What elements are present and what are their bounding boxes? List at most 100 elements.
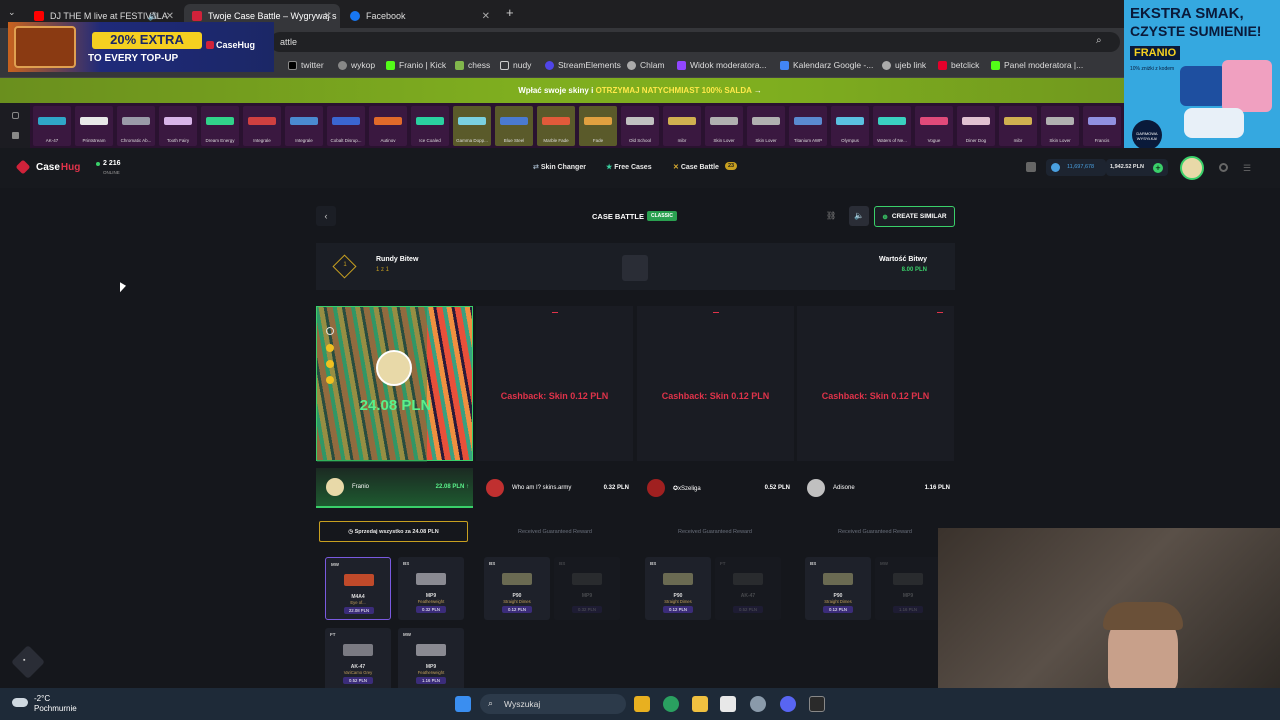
app-icon[interactable] — [692, 696, 708, 712]
live-drop-item[interactable]: Skin Lover — [747, 106, 785, 146]
chat-button[interactable] — [11, 645, 45, 679]
live-drop-item[interactable]: Old School — [621, 106, 659, 146]
player-row[interactable]: Who am I? skins.army 0.32 PLN — [476, 468, 633, 508]
item-condition: FT — [330, 632, 336, 637]
live-drop-name: Ice Coaled — [419, 138, 441, 143]
won-item-card[interactable]: BS P90 Straight Dimes 0.12 PLN — [484, 557, 550, 620]
live-drop-item[interactable]: mibr — [663, 106, 701, 146]
live-drop-item[interactable]: Titanium AWP — [789, 106, 827, 146]
nav-skin-changer[interactable]: ⇄ Skin Changer — [533, 163, 586, 171]
nav-case-battle[interactable]: ✕ Case Battle — [673, 163, 719, 171]
trophy-icon[interactable] — [12, 112, 19, 119]
bookmark-kick[interactable]: Franio | Kick — [386, 60, 446, 70]
won-item-card[interactable]: FT AK-47 0.52 PLN — [715, 557, 781, 620]
audio-icon[interactable]: 🔊 — [148, 12, 158, 21]
terminal-icon[interactable] — [809, 696, 825, 712]
bookmark-chlam[interactable]: Chlam — [627, 60, 665, 70]
close-tab-icon[interactable]: ✕ — [166, 11, 174, 22]
won-item-card[interactable]: MW MP9 1.16 PLN — [875, 557, 941, 620]
app-icon[interactable] — [720, 696, 736, 712]
gear-icon[interactable] — [1219, 163, 1228, 172]
live-drop-item[interactable]: Marble Fade — [537, 106, 575, 146]
box-icon[interactable] — [12, 132, 19, 139]
won-item-card[interactable]: MW M4A4 Eye of... 22.08 PLN — [325, 557, 391, 620]
tab-list-chevron-icon[interactable]: ⌄ — [8, 7, 16, 18]
sound-toggle-icon[interactable]: 🔈 — [849, 206, 869, 226]
won-item-card[interactable]: FT AK-47 VariCamo Grey 0.52 PLN — [325, 628, 391, 691]
weather-desc[interactable]: Pochmurnie — [34, 704, 77, 713]
gift-icon[interactable] — [1026, 162, 1036, 172]
won-item-card[interactable]: BS MP9 Featherweight 0.32 PLN — [398, 557, 464, 620]
deposit-plus-button[interactable]: + — [1153, 163, 1163, 173]
live-drop-item[interactable]: Blue Steel — [495, 106, 533, 146]
live-drop-item[interactable]: Integrale — [243, 106, 281, 146]
live-drop-item[interactable]: Fade — [579, 106, 617, 146]
live-drop-item[interactable]: Dream Energy — [201, 106, 239, 146]
live-drop-item[interactable]: Cobalt Disrup... — [327, 106, 365, 146]
link-icon[interactable]: ⛓ — [826, 211, 836, 220]
taskbar-search[interactable]: ⌕ Wyszukaj — [480, 694, 626, 714]
live-drop-item[interactable]: mibr — [999, 106, 1037, 146]
live-drop-item[interactable]: Francis — [1083, 106, 1121, 146]
bookmark-nudy[interactable]: nudy — [500, 60, 531, 70]
tab-facebook[interactable]: Facebook ✕ — [342, 4, 498, 28]
menu-icon[interactable]: ☰ — [1243, 163, 1251, 174]
live-drop-name: Vogue — [927, 138, 941, 143]
live-drop-item[interactable]: Skin Lover — [705, 106, 743, 146]
bookmark-streamelements[interactable]: StreamElements — [545, 60, 621, 70]
emoji-icon[interactable] — [326, 376, 334, 384]
item-name: MP9 — [902, 593, 914, 599]
sell-all-button[interactable]: ◷ Sprzedaj wszystko za 24.08 PLN — [319, 521, 468, 542]
emoji-picker-icon[interactable] — [326, 327, 334, 335]
zoom-icon[interactable]: ⌕ — [1096, 35, 1102, 46]
casehug-logo[interactable]: Case Hug — [15, 159, 80, 175]
player-row[interactable]: Adisone 1.16 PLN — [797, 468, 954, 508]
weapon-icon — [1046, 117, 1074, 125]
bookmark-chess[interactable]: chess — [455, 60, 490, 70]
player-row-winner[interactable]: Franio 22.08 PLN ↑ — [316, 468, 473, 508]
bookmark-betclick[interactable]: betclick — [938, 60, 979, 70]
live-drop-item[interactable]: Ice Coaled — [411, 106, 449, 146]
live-drop-item[interactable]: Diner Dog — [957, 106, 995, 146]
live-drop-item[interactable]: Skin Lover — [1041, 106, 1079, 146]
deposit-promo-bar[interactable]: Wpłać swoje skiny i OTRZYMAJ NATYCHMIAST… — [0, 78, 1280, 103]
live-drop-item[interactable]: AK-47 — [33, 106, 71, 146]
live-drop-item[interactable]: Vogue — [915, 106, 953, 146]
live-drop-item[interactable]: Tooth Fairy — [159, 106, 197, 146]
url-input[interactable]: attle — [270, 32, 1120, 52]
nav-free-cases[interactable]: ★ Free Cases — [606, 163, 652, 171]
live-drop-item[interactable]: Chromatic Ab... — [117, 106, 155, 146]
bookmark-ujeb-link[interactable]: ujeb link — [882, 60, 926, 70]
discord-icon[interactable] — [780, 696, 796, 712]
won-item-card[interactable]: BS P90 Straight Dimes 0.12 PLN — [805, 557, 871, 620]
bookmark-panel-moderatora[interactable]: Panel moderatora |... — [991, 60, 1083, 70]
live-drop-name: Integrale — [253, 138, 271, 143]
bookmark-wykop[interactable]: wykop — [338, 60, 375, 70]
chrome-icon[interactable] — [663, 696, 679, 712]
weather-temp[interactable]: -2°C — [34, 694, 50, 703]
won-item-card[interactable]: BS MP9 0.32 PLN — [554, 557, 620, 620]
emoji-icon[interactable] — [326, 360, 334, 368]
create-similar-button[interactable]: ⊕ CREATE SIMILAR — [874, 206, 955, 227]
live-drop-item[interactable]: Autinov — [369, 106, 407, 146]
back-button[interactable]: ‹ — [316, 206, 336, 226]
bookmark-twitter[interactable]: twitter — [288, 60, 324, 70]
player-row[interactable]: ✪xSzeliga 0.52 PLN — [637, 468, 794, 508]
emoji-icon[interactable] — [326, 344, 334, 352]
won-item-card[interactable]: MW MP9 Featherweight 1.16 PLN — [398, 628, 464, 691]
close-tab-icon[interactable]: ✕ — [482, 11, 490, 22]
windows-start-icon[interactable] — [455, 696, 471, 712]
file-explorer-icon[interactable] — [634, 696, 650, 712]
bookmark-widok-moderatora[interactable]: Widok moderatora... — [677, 60, 767, 70]
live-drop-item[interactable]: Integrale — [285, 106, 323, 146]
settings-icon[interactable] — [750, 696, 766, 712]
won-item-card[interactable]: BS P90 Straight Dimes 0.12 PLN — [645, 557, 711, 620]
new-tab-button[interactable]: + — [506, 5, 514, 20]
live-drop-item[interactable]: Gamma Dopp... — [453, 106, 491, 146]
live-drop-item[interactable]: Waters of Ne... — [873, 106, 911, 146]
close-tab-icon[interactable]: ✕ — [324, 11, 332, 22]
live-drop-item[interactable]: Printstream — [75, 106, 113, 146]
live-drop-item[interactable]: Olympus — [831, 106, 869, 146]
user-avatar[interactable] — [1180, 156, 1204, 180]
bookmark-kalendarz[interactable]: Kalendarz Google -... — [780, 60, 873, 70]
